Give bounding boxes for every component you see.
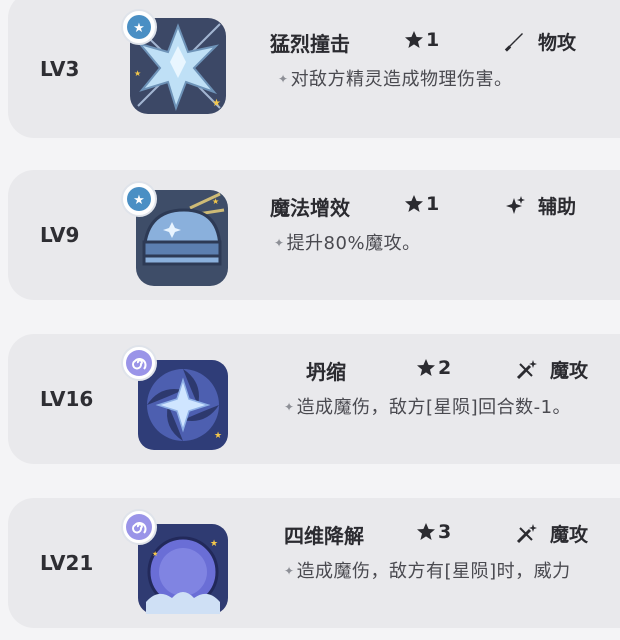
star-count: 1 (426, 29, 440, 51)
star-count: 3 (438, 521, 452, 543)
skill-category: 魔攻 (514, 520, 588, 547)
svg-text:★: ★ (212, 197, 219, 206)
skill-card[interactable]: LV16 ★ 坍缩 2 魔攻 ✦ 造成魔伤，敌方[星陨]回合数-1。 (8, 334, 620, 464)
skill-stars: 1 (404, 29, 439, 51)
skill-description: ✦ 造成魔伤，敌方有[星陨]时，威力 (284, 557, 571, 583)
skill-category: 魔攻 (514, 356, 588, 383)
sparkle-bullet-icon: ✦ (278, 72, 289, 86)
sparkle-bullet-icon: ✦ (284, 400, 295, 414)
svg-text:★: ★ (212, 98, 221, 109)
svg-text:★: ★ (210, 539, 218, 549)
star-icon (417, 359, 435, 376)
svg-text:★: ★ (152, 550, 158, 558)
magic-wand-icon (516, 359, 537, 379)
star-icon (405, 31, 423, 48)
star-icon (405, 195, 423, 212)
skill-stars: 1 (404, 193, 439, 215)
skill-description: ✦ 对敌方精灵造成物理伤害。 (278, 65, 513, 91)
skill-level: LV3 (40, 57, 80, 81)
star-badge-icon: ★ (121, 181, 157, 217)
skill-list: LV3 ★ ★ ★ 猛烈撞击 1 物攻 ✦ 对敌方精灵造成物理伤害。 LV9 ★… (0, 0, 620, 640)
description-text: 造成魔伤，敌方有[星陨]时，威力 (296, 561, 571, 582)
description-text: 提升80%魔攻。 (286, 233, 421, 254)
star-count: 2 (438, 357, 452, 379)
category-label: 物攻 (538, 32, 577, 54)
skill-card[interactable]: LV9 ★ ★ 魔法增效 1 辅助 ✦ 提升80%魔攻。 (8, 170, 620, 300)
description-text: 对敌方精灵造成物理伤害。 (290, 69, 513, 90)
sparkle-bullet-icon: ✦ (284, 564, 295, 578)
skill-icon: ★ ★ ★ (121, 9, 238, 126)
svg-text:★: ★ (133, 21, 145, 36)
skill-level: LV16 (40, 387, 94, 411)
category-label: 魔攻 (550, 524, 589, 546)
skill-level: LV21 (40, 551, 94, 575)
skill-description: ✦ 提升80%魔攻。 (274, 229, 421, 255)
skill-stars: 2 (416, 357, 451, 379)
star-badge-icon: ★ (121, 9, 157, 45)
category-label: 魔攻 (550, 360, 589, 382)
magic-wand-icon (516, 523, 537, 543)
svg-text:★: ★ (133, 193, 145, 208)
skill-name: 坍缩 (306, 360, 346, 384)
skill-category: 辅助 (502, 192, 576, 219)
skill-icon: ★ (121, 345, 238, 462)
swirl-badge-icon (121, 509, 157, 545)
skill-name: 魔法增效 (270, 196, 350, 220)
sparkle-bullet-icon: ✦ (274, 236, 285, 250)
skill-icon: ★ ★ (121, 181, 238, 298)
svg-text:★: ★ (134, 69, 141, 78)
description-text: 造成魔伤，敌方[星陨]回合数-1。 (296, 397, 572, 418)
skill-card[interactable]: LV21 ★ ★ 四维降解 3 魔攻 ✦ 造成魔伤，敌方有[星陨]时，威力 (8, 498, 620, 628)
star-count: 1 (426, 193, 440, 215)
sparkle-icon (506, 195, 525, 214)
skill-category: 物攻 (502, 28, 576, 55)
skill-level: LV9 (40, 223, 80, 247)
svg-text:★: ★ (214, 431, 222, 441)
sword-icon (504, 32, 523, 52)
category-label: 辅助 (538, 196, 577, 218)
skill-stars: 3 (416, 521, 451, 543)
skill-icon: ★ ★ (121, 509, 238, 626)
skill-description: ✦ 造成魔伤，敌方[星陨]回合数-1。 (284, 393, 571, 419)
star-icon (417, 523, 435, 540)
skill-card[interactable]: LV3 ★ ★ ★ 猛烈撞击 1 物攻 ✦ 对敌方精灵造成物理伤害。 (8, 0, 620, 138)
skill-name: 猛烈撞击 (270, 32, 350, 56)
skill-name: 四维降解 (284, 524, 364, 548)
swirl-badge-icon (121, 345, 157, 381)
